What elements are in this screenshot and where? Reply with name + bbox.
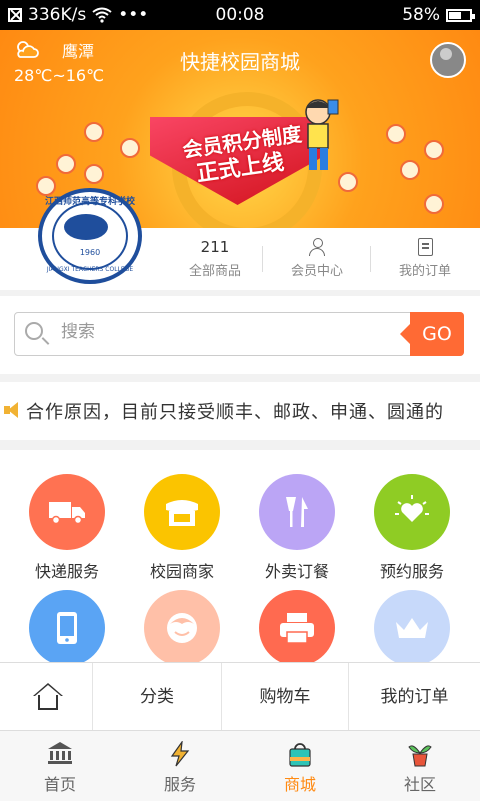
service-label: 外卖订餐 (264, 562, 329, 581)
logo-year: 1960 (79, 248, 101, 257)
service-express[interactable]: 快递服务 (12, 474, 122, 582)
service-campus-shop[interactable]: 校园商家 (127, 474, 237, 582)
phone-icon (57, 612, 77, 644)
battery-percent: 58% (402, 5, 440, 25)
user-icon (309, 238, 325, 256)
plant-icon (407, 741, 433, 767)
notice-text: 合作原因，目前只接受顺丰、邮政、申通、圆通的 (26, 402, 444, 423)
service-circle (144, 590, 220, 666)
food-dot-icon (386, 124, 406, 144)
home-shortcut[interactable] (0, 663, 92, 731)
products-count: 211 (200, 238, 230, 256)
food-dot-icon (56, 154, 76, 174)
service-grid: 快递服务 校园商家 外卖订餐 预约服务 (0, 450, 480, 666)
food-dot-icon (84, 164, 104, 184)
order-icon (417, 238, 433, 256)
shop-icon (166, 500, 198, 526)
notice-marquee[interactable]: 合作原因，目前只接受顺丰、邮政、申通、圆通的 (0, 382, 480, 440)
tab-mall[interactable]: 商城 (240, 731, 360, 801)
category-link[interactable]: 分类 (93, 663, 221, 731)
avatar[interactable] (430, 42, 466, 78)
crown-icon (396, 618, 428, 638)
school-logo: 江西师范高等专科学校 1960 JIANGXI TEACHERS COLLEGE (38, 188, 142, 284)
search-icon (25, 322, 43, 340)
tab-label: 服务 (163, 775, 196, 794)
tab-service[interactable]: 服务 (120, 731, 240, 801)
food-dot-icon (120, 138, 140, 158)
cart-link[interactable]: 购物车 (222, 663, 348, 731)
status-bar: 336K/s ••• 00:08 58% (0, 0, 480, 30)
quick-nav: 分类 购物车 我的订单 (0, 662, 480, 731)
food-dot-icon (424, 140, 444, 160)
all-products-stat[interactable]: 211 全部商品 (162, 238, 268, 279)
tab-community[interactable]: 社区 (360, 731, 480, 801)
truck-icon (49, 502, 85, 525)
page-title: 快捷校园商城 (180, 50, 300, 74)
divider (262, 246, 263, 272)
utensils-icon (286, 497, 308, 527)
tab-label: 商城 (283, 775, 316, 794)
food-dot-icon (36, 176, 56, 196)
service-circle (374, 590, 450, 666)
divider (370, 246, 371, 272)
products-label: 全部商品 (188, 264, 241, 279)
search-section: GO (0, 296, 480, 374)
food-dot-icon (424, 194, 444, 214)
battery-icon (446, 8, 475, 22)
food-dot-icon (84, 122, 104, 142)
service-label: 校园商家 (149, 562, 214, 581)
member-label: 会员中心 (290, 264, 343, 279)
member-center-link[interactable]: 会员中心 (264, 238, 370, 279)
service-circle (29, 590, 105, 666)
home-icon (33, 683, 63, 711)
my-orders-shortcut[interactable]: 我的订单 (349, 663, 480, 731)
bottom-tab-bar: 首页 服务 商城 社区 (0, 730, 480, 801)
search-input[interactable] (59, 321, 383, 343)
heart-sun-icon (395, 495, 429, 522)
lightning-icon (167, 739, 193, 767)
service-label: 快递服务 (34, 562, 99, 581)
mascot-figure (305, 99, 339, 170)
service-circle (144, 474, 220, 550)
logo-emblem-icon (64, 214, 108, 240)
smile-icon (167, 613, 197, 643)
service-circle (259, 474, 335, 550)
shopping-bag-icon (287, 741, 313, 767)
battery-fill (449, 11, 461, 19)
logo-bottom-text: JIANGXI TEACHERS COLLEGE (46, 266, 134, 273)
tab-label: 社区 (403, 775, 436, 794)
bank-icon (47, 741, 73, 765)
service-circle (259, 590, 335, 666)
my-orders-link[interactable]: 我的订单 (372, 238, 478, 279)
service-appointment[interactable]: 预约服务 (357, 474, 467, 582)
service-takeout[interactable]: 外卖订餐 (242, 474, 352, 582)
speaker-icon (4, 402, 20, 418)
service-label: 预约服务 (379, 562, 444, 581)
orders-label: 我的订单 (398, 264, 451, 279)
tab-label: 首页 (43, 775, 76, 794)
search-box: GO (14, 312, 464, 356)
printer-icon (280, 613, 314, 644)
search-go-button[interactable]: GO (400, 312, 464, 356)
food-dot-icon (400, 160, 420, 180)
service-circle (29, 474, 105, 550)
tab-home[interactable]: 首页 (0, 731, 120, 801)
service-circle (374, 474, 450, 550)
